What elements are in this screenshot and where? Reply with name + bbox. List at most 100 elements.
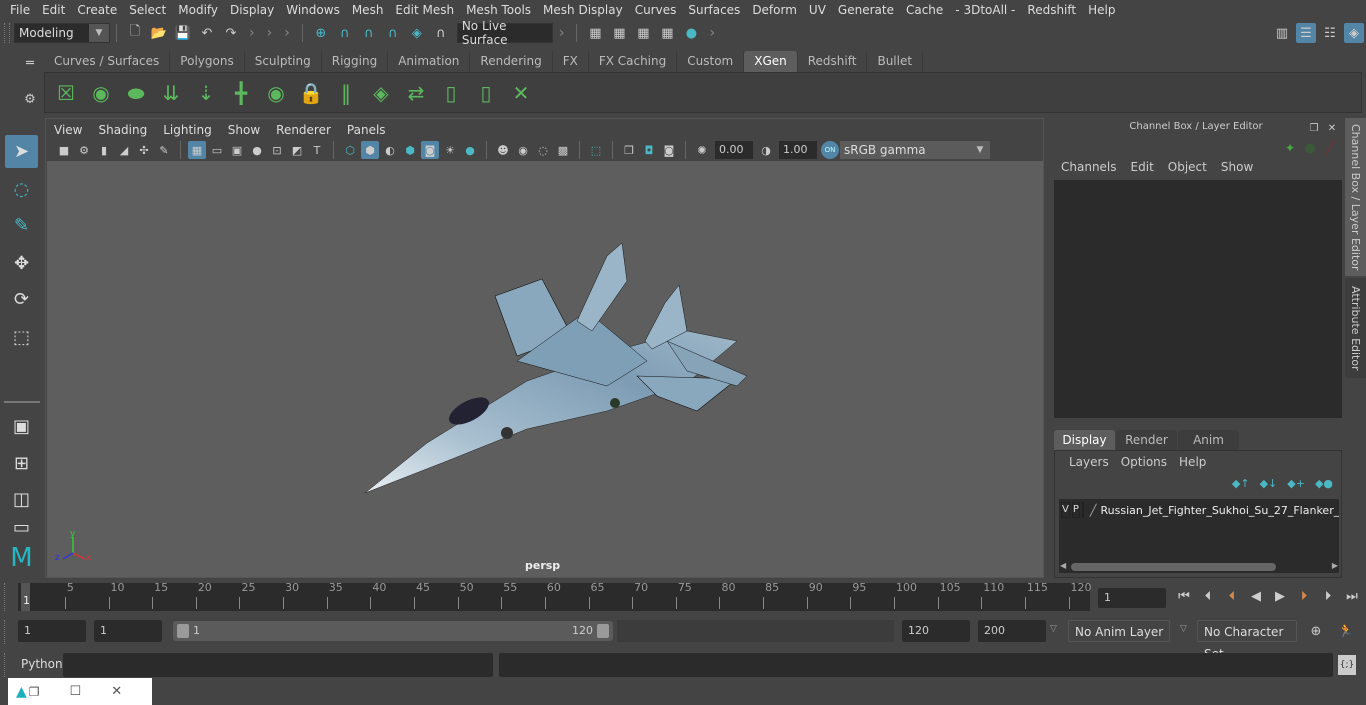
paint-select-tool-icon[interactable]: ✎: [5, 209, 38, 242]
step-forward-frame-icon[interactable]: ⏵: [1318, 586, 1338, 606]
language-toggle[interactable]: Python: [21, 657, 63, 671]
render-view-icon[interactable]: ▦: [585, 23, 605, 43]
shelf-tab-redshift[interactable]: Redshift: [797, 51, 868, 72]
visibility-toggle[interactable]: V: [1061, 502, 1070, 518]
safe-title-icon[interactable]: T: [308, 141, 326, 159]
panel-menu-renderer[interactable]: Renderer: [268, 121, 339, 139]
animation-preferences-icon[interactable]: 🏃: [1336, 621, 1356, 641]
menu-3dtoall[interactable]: - 3DtoAll -: [949, 0, 1021, 20]
ipr-render-icon[interactable]: ▦: [633, 23, 653, 43]
manipulator-axis-icon[interactable]: ✦: [1280, 138, 1300, 158]
maximize-icon[interactable]: ☐: [70, 684, 82, 699]
menu-uv[interactable]: UV: [803, 0, 832, 20]
menu-deform[interactable]: Deform: [746, 0, 803, 20]
auto-key-icon[interactable]: ⊕: [1306, 621, 1326, 641]
menu-help[interactable]: Help: [1082, 0, 1121, 20]
make-live-icon[interactable]: ∩: [431, 23, 451, 43]
menu-mesh-tools[interactable]: Mesh Tools: [460, 0, 537, 20]
time-slider[interactable]: 1 5 10 15 20 25 30 35 40 45 50 55 60 65 70 75 80 85 90 95 1…: [18, 581, 1092, 611]
anim-layer-dropdown[interactable]: No Anim Layer: [1068, 620, 1170, 642]
move-layer-down-icon[interactable]: ◆↓: [1260, 477, 1278, 490]
range-end-handle[interactable]: [597, 624, 609, 638]
undo-icon[interactable]: ↶: [197, 23, 217, 43]
channel-menu-edit[interactable]: Edit: [1124, 160, 1161, 174]
color-management-toggle[interactable]: ON: [821, 141, 839, 159]
single-perspective-layout-icon[interactable]: ▣: [5, 410, 38, 443]
panel-menu-shading[interactable]: Shading: [90, 121, 155, 139]
select-tool-icon[interactable]: ➤: [5, 135, 38, 168]
image-plane-icon[interactable]: ◢: [115, 141, 133, 159]
current-frame-field[interactable]: 1: [1098, 588, 1166, 608]
anim-layer-caret-icon[interactable]: ▽: [1050, 624, 1057, 634]
snap-live-icon[interactable]: ◈: [407, 23, 427, 43]
shelf-tab-curves-surfaces[interactable]: Curves / Surfaces: [44, 51, 171, 72]
snap-grid-icon[interactable]: ⊕: [311, 23, 331, 43]
wireframe-icon[interactable]: ⬡: [341, 141, 359, 159]
toolbar-grip[interactable]: [4, 23, 10, 43]
range-start-handle[interactable]: [177, 624, 189, 638]
menu-select[interactable]: Select: [123, 0, 172, 20]
gate-mask-icon[interactable]: ●: [248, 141, 266, 159]
layer-menu-options[interactable]: Options: [1115, 455, 1173, 469]
menu-generate[interactable]: Generate: [832, 0, 900, 20]
grid-icon[interactable]: ▦: [188, 141, 206, 159]
play-forwards-icon[interactable]: ▶: [1270, 586, 1290, 606]
layer-tab-anim[interactable]: Anim: [1178, 430, 1239, 450]
panel-menu-panels[interactable]: Panels: [339, 121, 394, 139]
xgen-hide-icon[interactable]: ⬬: [121, 78, 151, 108]
end-time-field[interactable]: 200: [978, 620, 1046, 642]
gear-icon[interactable]: ⚙: [20, 89, 40, 109]
tool-settings-toggle-icon[interactable]: ☷: [1320, 23, 1340, 43]
range-slider[interactable]: 1 120: [173, 621, 613, 641]
shelf-tab-sculpting[interactable]: Sculpting: [244, 51, 322, 72]
tab-channel-box[interactable]: Channel Box / Layer Editor: [1345, 118, 1366, 276]
exposure-field[interactable]: 0.00: [715, 141, 753, 159]
go-to-start-icon[interactable]: ⏮: [1174, 586, 1194, 606]
tab-attribute-editor[interactable]: Attribute Editor: [1345, 278, 1366, 378]
shelf-tab-bullet[interactable]: Bullet: [867, 51, 924, 72]
collapse-arrow-icon[interactable]: ›: [709, 25, 715, 41]
close-icon[interactable]: ✕: [111, 684, 122, 699]
panel-menu-lighting[interactable]: Lighting: [155, 121, 220, 139]
depth-of-field-icon[interactable]: ▩: [554, 141, 572, 159]
layer-menu-help[interactable]: Help: [1173, 455, 1212, 469]
start-time-field[interactable]: 1: [18, 620, 86, 642]
layer-color-icon[interactable]: ╱: [1090, 504, 1097, 517]
play-backwards-icon[interactable]: ◀: [1246, 586, 1266, 606]
layer-row[interactable]: V P ╱ Russian_Jet_Fighter_Sukhoi_Su_27_F…: [1059, 501, 1339, 519]
collapse-arrow-icon[interactable]: ›: [249, 25, 255, 41]
save-scene-icon[interactable]: 💾: [173, 23, 193, 43]
redo-icon[interactable]: ↷: [221, 23, 241, 43]
place-guide-icon[interactable]: ⇣: [191, 78, 221, 108]
menu-surfaces[interactable]: Surfaces: [682, 0, 746, 20]
layer-tab-display[interactable]: Display: [1054, 430, 1115, 450]
layer-name[interactable]: Russian_Jet_Fighter_Sukhoi_Su_27_Flanker…: [1101, 504, 1340, 517]
scroll-left-icon[interactable]: ◀: [1060, 561, 1066, 570]
gamma-field[interactable]: 1.00: [779, 141, 817, 159]
menu-mesh-display[interactable]: Mesh Display: [537, 0, 629, 20]
film-gate-icon[interactable]: ▭: [208, 141, 226, 159]
menu-file[interactable]: File: [4, 0, 36, 20]
attribute-editor-toggle-icon[interactable]: ☰: [1296, 23, 1316, 43]
bake-guides-icon[interactable]: ⇄: [401, 78, 431, 108]
channel-menu-object[interactable]: Object: [1161, 160, 1214, 174]
outliner-persp-layout-icon[interactable]: ◫: [5, 483, 38, 516]
scroll-right-icon[interactable]: ▶: [1332, 561, 1338, 570]
command-input[interactable]: [63, 653, 493, 677]
use-default-material-icon[interactable]: ◐: [381, 141, 399, 159]
menu-create[interactable]: Create: [71, 0, 123, 20]
close-icon[interactable]: ✕: [1322, 118, 1342, 138]
snap-view-plane-icon[interactable]: ∩: [383, 23, 403, 43]
live-surface-field[interactable]: No Live Surface: [456, 19, 553, 47]
layout-icon[interactable]: ▭: [5, 517, 38, 538]
shelf-tab-xgen[interactable]: XGen: [744, 51, 798, 72]
multisample-aa-icon[interactable]: ◌: [534, 141, 552, 159]
panel-menu-show[interactable]: Show: [220, 121, 268, 139]
smooth-shade-icon[interactable]: ⬢: [361, 141, 379, 159]
move-tool-icon[interactable]: ✥: [5, 247, 38, 280]
shelf-tab-animation[interactable]: Animation: [388, 51, 471, 72]
scrollbar-thumb[interactable]: [1071, 563, 1276, 571]
panel-menu-view[interactable]: View: [46, 121, 90, 139]
range-slider-track[interactable]: [617, 620, 894, 642]
shelf-menu-icon[interactable]: ═: [20, 53, 40, 73]
